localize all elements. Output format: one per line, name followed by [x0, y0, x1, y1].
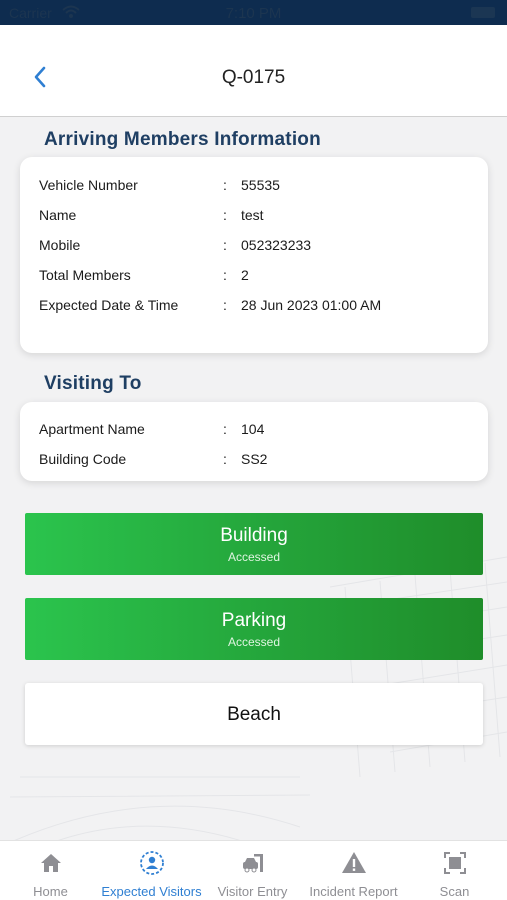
- tab-incident-report-label: Incident Report: [309, 884, 398, 899]
- building-code-row: Building Code : SS2: [39, 451, 469, 471]
- name-label: Name: [39, 207, 77, 223]
- separator: :: [223, 451, 227, 467]
- building-access-status: Accessed: [227, 550, 281, 564]
- tab-scan-label: Scan: [439, 884, 470, 899]
- vehicle-number-value: 55535: [241, 177, 280, 193]
- header: Q-0175: [0, 25, 507, 117]
- warning-icon: [342, 852, 366, 873]
- building-code-label: Building Code: [39, 451, 127, 467]
- clock: 7:10 PM: [225, 5, 282, 22]
- expected-datetime-value: 28 Jun 2023 01:00 AM: [241, 297, 382, 313]
- total-members-row: Total Members : 2: [39, 267, 469, 287]
- name-value: test: [241, 207, 264, 223]
- tab-incident-report[interactable]: Incident Report: [303, 841, 404, 900]
- mobile-label: Mobile: [39, 237, 81, 253]
- separator: :: [223, 421, 227, 437]
- separator: :: [223, 297, 227, 313]
- beach-access-button[interactable]: Beach: [25, 683, 483, 745]
- parking-access-status: Accessed: [227, 635, 281, 649]
- arriving-section-title: Arriving Members Information: [44, 129, 321, 150]
- building-code-value: SS2: [241, 451, 268, 467]
- parking-access-label: Parking: [221, 610, 287, 631]
- vehicle-number-row: Vehicle Number : 55535: [39, 177, 469, 197]
- tab-scan[interactable]: Scan: [404, 841, 505, 900]
- vehicle-number-label: Vehicle Number: [39, 177, 138, 193]
- arriving-info-card: Vehicle Number : 55535 Name : test Mobil…: [20, 157, 488, 353]
- tab-visitor-entry-label: Visitor Entry: [217, 884, 288, 899]
- building-access-button[interactable]: Building Accessed: [25, 513, 483, 575]
- expected-datetime-label: Expected Date & Time: [39, 297, 179, 313]
- apartment-name-label: Apartment Name: [39, 421, 145, 437]
- expected-visitors-icon: [140, 851, 164, 875]
- content[interactable]: Arriving Members Information Vehicle Num…: [0, 117, 507, 840]
- apartment-name-value: 104: [241, 421, 265, 437]
- building-access-label: Building: [220, 525, 288, 546]
- mobile-row: Mobile : 052323233: [39, 237, 469, 257]
- tab-visitor-entry[interactable]: Visitor Entry: [202, 841, 303, 900]
- tab-home-label: Home: [33, 884, 68, 899]
- home-icon: [41, 854, 61, 872]
- page-title: Q-0175: [221, 67, 286, 88]
- separator: :: [223, 267, 227, 283]
- separator: :: [223, 207, 227, 223]
- scan-icon: [444, 852, 466, 874]
- visiting-info-card: Apartment Name : 104 Building Code : SS2: [20, 402, 488, 481]
- tab-bar: Home Expected Visitors Visitor Entry Inc…: [0, 840, 507, 900]
- tab-home[interactable]: Home: [0, 841, 101, 900]
- visiting-section-title: Visiting To: [44, 373, 142, 394]
- status-bar: Carrier 7:10 PM: [0, 0, 507, 25]
- parking-access-button[interactable]: Parking Accessed: [25, 598, 483, 660]
- car-entry-icon: [243, 854, 263, 873]
- name-row: Name : test: [39, 207, 469, 227]
- beach-access-label: Beach: [227, 704, 281, 725]
- battery-icon: [471, 7, 495, 18]
- separator: :: [223, 177, 227, 193]
- total-members-value: 2: [241, 267, 249, 283]
- total-members-label: Total Members: [39, 267, 131, 283]
- tab-expected-visitors[interactable]: Expected Visitors: [101, 841, 202, 900]
- apartment-name-row: Apartment Name : 104: [39, 421, 469, 441]
- tab-expected-visitors-label: Expected Visitors: [101, 884, 202, 899]
- expected-datetime-row: Expected Date & Time : 28 Jun 2023 01:00…: [39, 297, 469, 317]
- mobile-value: 052323233: [241, 237, 312, 253]
- separator: :: [223, 237, 227, 253]
